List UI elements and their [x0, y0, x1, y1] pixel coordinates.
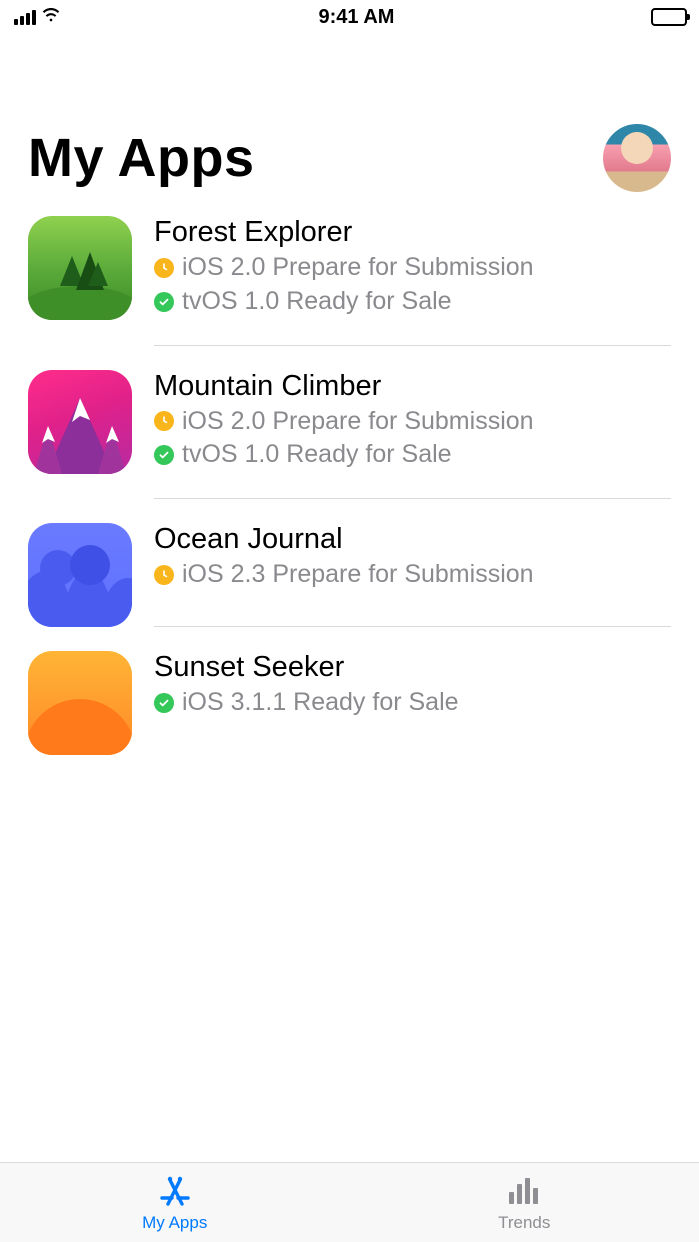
app-row-mountain-climber[interactable]: Mountain Climber iOS 2.0 Prepare for Sub…	[0, 360, 699, 514]
profile-avatar[interactable]	[603, 124, 671, 192]
status-line: tvOS 1.0 Ready for Sale	[154, 438, 671, 472]
status-line: iOS 2.0 Prepare for Submission	[154, 251, 671, 285]
status-text: iOS 2.3 Prepare for Submission	[182, 558, 534, 592]
clock-icon	[154, 258, 174, 278]
page-title: My Apps	[28, 127, 255, 189]
status-text: iOS 3.1.1 Ready for Sale	[182, 686, 459, 720]
status-line: iOS 3.1.1 Ready for Sale	[154, 686, 671, 720]
app-list: Forest Explorer iOS 2.0 Prepare for Subm…	[0, 206, 699, 1162]
check-icon	[154, 292, 174, 312]
status-text: tvOS 1.0 Ready for Sale	[182, 285, 452, 319]
app-content: Forest Explorer iOS 2.0 Prepare for Subm…	[154, 216, 671, 346]
cellular-signal-icon	[14, 9, 36, 25]
app-icon-forest	[28, 216, 132, 320]
app-name: Ocean Journal	[154, 523, 671, 556]
status-text: iOS 2.0 Prepare for Submission	[182, 405, 534, 439]
check-icon	[154, 693, 174, 713]
status-bar: 9:41 AM	[0, 0, 699, 34]
status-line: iOS 2.3 Prepare for Submission	[154, 558, 671, 592]
tab-label: My Apps	[142, 1213, 207, 1233]
app-content: Sunset Seeker iOS 3.1.1 Ready for Sale	[154, 651, 671, 755]
tab-trends[interactable]: Trends	[350, 1163, 699, 1242]
clock-icon	[154, 411, 174, 431]
bar-chart-icon	[505, 1172, 543, 1210]
app-name: Sunset Seeker	[154, 651, 671, 684]
tab-bar: My Apps Trends	[0, 1162, 699, 1242]
tab-my-apps[interactable]: My Apps	[0, 1163, 350, 1242]
battery-icon	[651, 8, 687, 26]
app-row-ocean-journal[interactable]: Ocean Journal iOS 2.3 Prepare for Submis…	[0, 513, 699, 641]
status-text: iOS 2.0 Prepare for Submission	[182, 251, 534, 285]
app-content: Mountain Climber iOS 2.0 Prepare for Sub…	[154, 370, 671, 500]
status-time: 9:41 AM	[62, 6, 651, 29]
app-store-icon	[156, 1172, 194, 1210]
status-left	[14, 3, 62, 31]
page-header: My Apps	[0, 34, 699, 206]
app-content: Ocean Journal iOS 2.3 Prepare for Submis…	[154, 523, 671, 627]
app-row-forest-explorer[interactable]: Forest Explorer iOS 2.0 Prepare for Subm…	[0, 206, 699, 360]
check-icon	[154, 445, 174, 465]
status-line: iOS 2.0 Prepare for Submission	[154, 405, 671, 439]
app-name: Mountain Climber	[154, 370, 671, 403]
app-icon-ocean	[28, 523, 132, 627]
wifi-icon	[40, 3, 62, 31]
status-line: tvOS 1.0 Ready for Sale	[154, 285, 671, 319]
status-right	[651, 8, 687, 26]
app-name: Forest Explorer	[154, 216, 671, 249]
app-icon-mountain	[28, 370, 132, 474]
status-text: tvOS 1.0 Ready for Sale	[182, 438, 452, 472]
tab-label: Trends	[498, 1213, 550, 1233]
clock-icon	[154, 565, 174, 585]
app-row-sunset-seeker[interactable]: Sunset Seeker iOS 3.1.1 Ready for Sale	[0, 641, 699, 769]
app-icon-sunset	[28, 651, 132, 755]
